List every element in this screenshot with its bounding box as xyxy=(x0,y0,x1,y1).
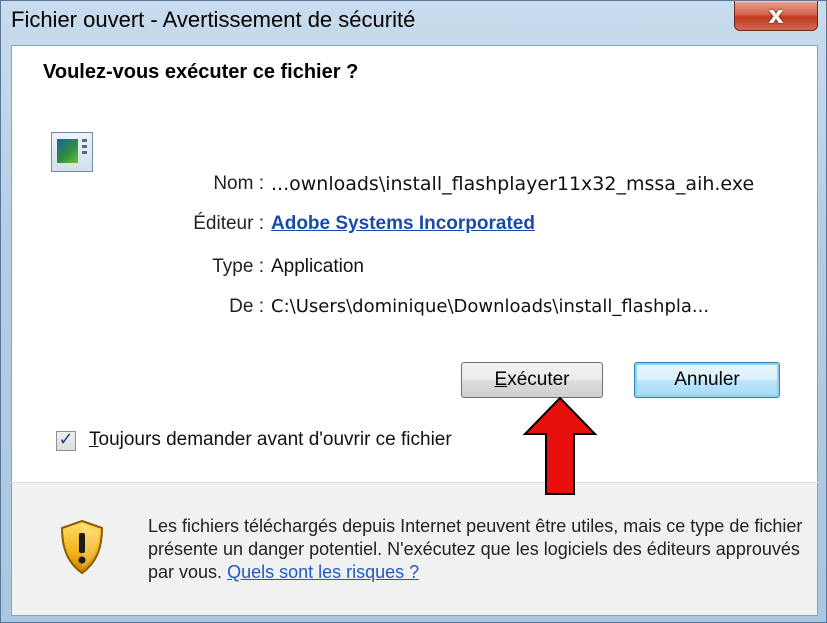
warning-text: Les fichiers téléchargés depuis Internet… xyxy=(148,515,808,584)
from-value: C:\Users\dominique\Downloads\install_fla… xyxy=(271,296,710,317)
type-value: Application xyxy=(271,256,364,277)
risks-link[interactable]: Quels sont les risques ? xyxy=(227,562,419,582)
from-label: De : xyxy=(229,296,264,317)
close-button[interactable]: x xyxy=(734,1,818,31)
publisher-link[interactable]: Adobe Systems Incorporated xyxy=(271,213,535,235)
window-title: Fichier ouvert - Avertissement de sécuri… xyxy=(11,7,416,32)
cancel-label: Annuler xyxy=(674,369,740,390)
title-bar[interactable]: Fichier ouvert - Avertissement de sécuri… xyxy=(1,1,826,43)
run-label: xécuter xyxy=(507,369,570,390)
type-label: Type : xyxy=(212,256,264,277)
red-up-arrow xyxy=(522,397,598,495)
always-ask-label[interactable]: Toujours demander avant d'ouvrir ce fich… xyxy=(89,429,452,451)
shield-warning-icon xyxy=(60,519,104,575)
publisher-label: Éditeur : xyxy=(193,213,264,234)
close-icon: x xyxy=(768,1,784,29)
always-ask-text: oujours demander avant d'ouvrir ce fichi… xyxy=(98,429,452,450)
checkmark-icon: ✓ xyxy=(58,429,74,450)
cancel-button[interactable]: Annuler xyxy=(634,362,780,398)
run-mnemonic: E xyxy=(494,369,508,390)
always-ask-checkbox[interactable]: ✓ xyxy=(56,429,76,451)
dialog-question: Voulez-vous exécuter ce fichier ? xyxy=(43,61,359,83)
application-icon xyxy=(51,132,93,172)
name-label: Nom : xyxy=(213,173,264,194)
run-button[interactable]: Exécuter xyxy=(461,362,603,398)
always-ask-mnemonic: T xyxy=(89,429,99,450)
name-value: ...ownloads\install_flashplayer11x32_mss… xyxy=(271,173,755,195)
security-warning-dialog: Fichier ouvert - Avertissement de sécuri… xyxy=(0,0,827,623)
